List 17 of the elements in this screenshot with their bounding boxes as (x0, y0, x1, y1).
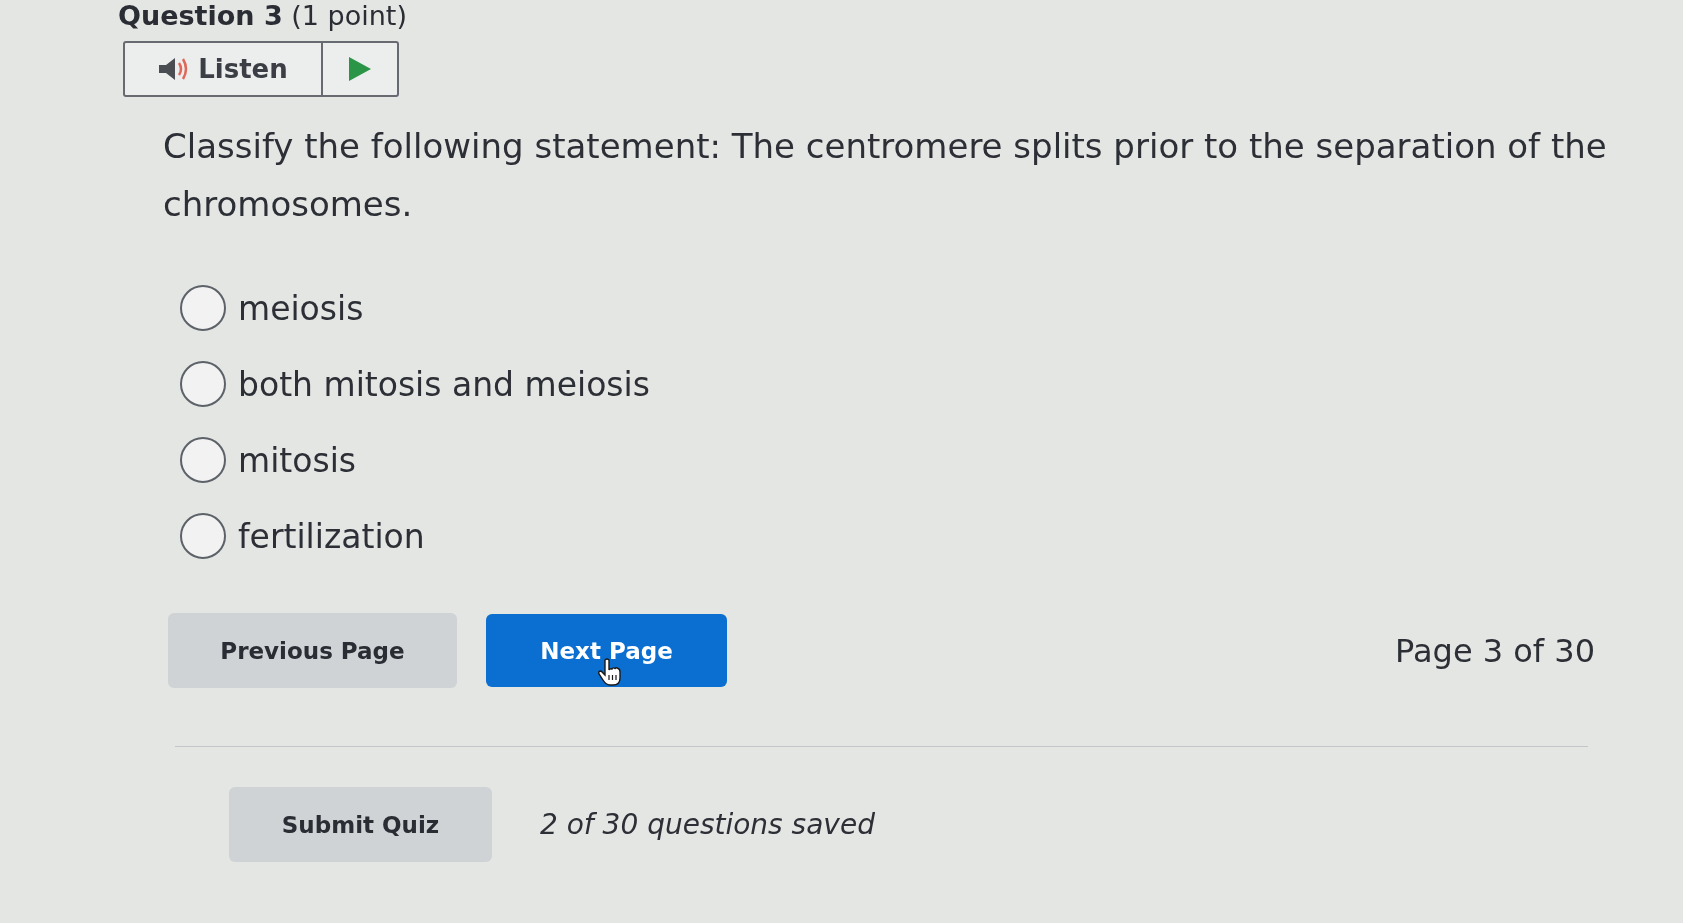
page-indicator: Page 3 of 30 (1395, 631, 1595, 670)
radio-button[interactable] (180, 437, 226, 483)
option-label[interactable]: both mitosis and meiosis (238, 364, 650, 404)
saved-status: 2 of 30 questions saved (540, 808, 875, 841)
question-heading: Question 3 (1 point) (118, 0, 407, 32)
option-label[interactable]: meiosis (238, 288, 364, 328)
submit-quiz-button[interactable]: Submit Quiz (229, 787, 492, 862)
radio-button[interactable] (180, 513, 226, 559)
radio-button[interactable] (180, 285, 226, 331)
radio-button[interactable] (180, 361, 226, 407)
play-icon (349, 57, 371, 81)
option-label[interactable]: fertilization (238, 516, 425, 556)
option-label[interactable]: mitosis (238, 440, 356, 480)
previous-page-button[interactable]: Previous Page (168, 613, 457, 688)
next-page-button[interactable]: Next Page (486, 614, 727, 687)
question-text: Classify the following statement: The centromere splits prior to the separation of the chromosomes. (163, 125, 1608, 226)
listen-button[interactable]: Listen (125, 43, 321, 95)
